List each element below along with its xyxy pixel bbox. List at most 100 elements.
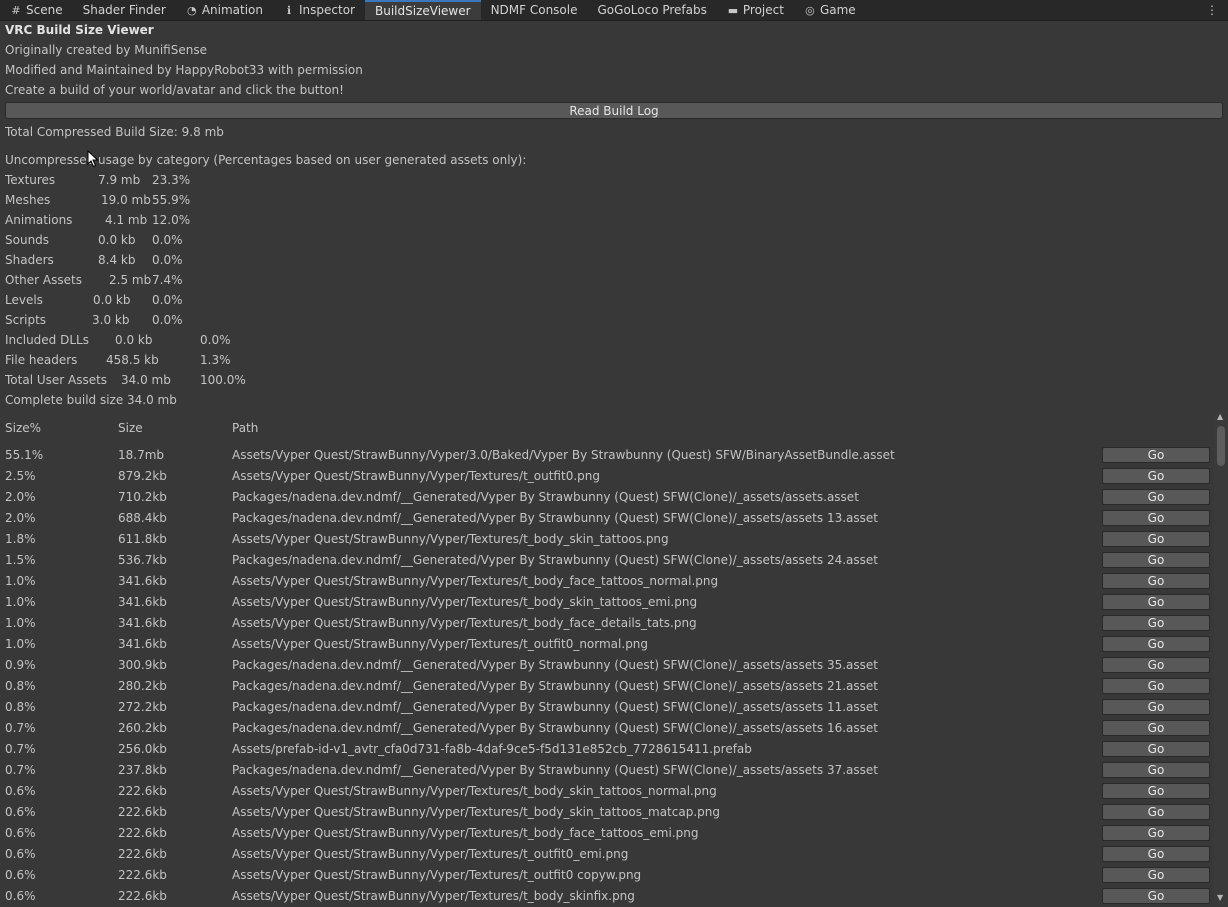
tab-animation[interactable]: ◔ Animation <box>176 0 273 20</box>
scroll-down-arrow-icon[interactable]: ▼ <box>1217 893 1223 902</box>
go-button[interactable]: Go <box>1102 636 1210 652</box>
go-button[interactable]: Go <box>1102 846 1210 862</box>
scene-icon: # <box>11 3 21 17</box>
asset-size-percent: 1.0% <box>5 616 36 630</box>
category-size: 2.5 mb <box>109 273 152 287</box>
category-name: Included DLLs <box>5 333 89 347</box>
go-button[interactable]: Go <box>1102 531 1210 547</box>
category-percent: 1.3% <box>200 353 231 367</box>
go-button[interactable]: Go <box>1102 762 1210 778</box>
more-options-icon[interactable]: ⋮ <box>1196 0 1228 20</box>
asset-row: 1.0% 341.6kb Assets/Vyper Quest/StrawBunny… <box>0 634 1214 655</box>
asset-size-percent: 0.6% <box>5 847 36 861</box>
category-name: Textures <box>5 173 56 187</box>
tab-label: Project <box>742 3 784 17</box>
asset-path: Packages/nadena.dev.ndmf/__Generated/Vyp… <box>232 700 878 714</box>
asset-list-scrollbar[interactable] <box>1214 410 1228 905</box>
go-button[interactable]: Go <box>1102 804 1210 820</box>
go-button[interactable]: Go <box>1102 552 1210 568</box>
total-compressed-size: Total Compressed Build Size: 9.8 mb <box>5 125 224 139</box>
tab-scene[interactable]: # Scene <box>0 0 73 20</box>
asset-size: 341.6kb <box>118 616 167 630</box>
go-button[interactable]: Go <box>1102 720 1210 736</box>
animation-icon: ◔ <box>187 3 197 17</box>
category-size: 4.1 mb <box>105 213 148 227</box>
column-header-size[interactable]: Size <box>118 418 143 438</box>
category-row: Shaders 8.4 kb 0.0% <box>5 250 405 270</box>
credit-maintainer: Modified and Maintained by HappyRobot33 … <box>5 63 363 77</box>
go-button[interactable]: Go <box>1102 573 1210 589</box>
category-percent: 0.0% <box>200 333 231 347</box>
go-button[interactable]: Go <box>1102 615 1210 631</box>
category-row: Other Assets 2.5 mb 7.4% <box>5 270 405 290</box>
tab-buildsizeviewer[interactable]: BuildSizeViewer <box>365 0 481 20</box>
asset-row: 0.6% 222.6kb Assets/Vyper Quest/StrawBunny… <box>0 802 1214 823</box>
asset-size: 222.6kb <box>118 847 167 861</box>
asset-size-percent: 0.6% <box>5 805 36 819</box>
category-percent: 0.0% <box>152 233 183 247</box>
inspector-icon: ℹ <box>286 3 292 17</box>
asset-size-percent: 1.8% <box>5 532 36 546</box>
asset-size: 536.7kb <box>118 553 167 567</box>
go-button[interactable]: Go <box>1102 825 1210 841</box>
asset-size: 272.2kb <box>118 700 167 714</box>
go-button[interactable]: Go <box>1102 678 1210 694</box>
category-size: 0.0 kb <box>98 233 136 247</box>
tab-label: Inspector <box>299 3 355 17</box>
column-header-path[interactable]: Path <box>232 418 258 438</box>
asset-row: 0.6% 222.6kb Assets/Vyper Quest/StrawBunny… <box>0 844 1214 865</box>
asset-size: 222.6kb <box>118 805 167 819</box>
go-button[interactable]: Go <box>1102 699 1210 715</box>
tab-label: Scene <box>26 3 63 17</box>
asset-path: Assets/Vyper Quest/StrawBunny/Vyper/Text… <box>232 784 717 798</box>
go-button[interactable]: Go <box>1102 594 1210 610</box>
tab-game[interactable]: ◎ Game <box>794 0 866 20</box>
asset-row: 2.5% 879.2kb Assets/Vyper Quest/StrawBunny… <box>0 466 1214 487</box>
asset-row: 0.6% 222.6kb Assets/Vyper Quest/StrawBunny… <box>0 886 1214 907</box>
asset-size: 222.6kb <box>118 784 167 798</box>
category-name: Meshes <box>5 193 51 207</box>
category-row: File headers 458.5 kb 1.3% <box>5 350 405 370</box>
category-name: Levels <box>5 293 43 307</box>
category-row: Textures 7.9 mb 23.3% <box>5 170 405 190</box>
asset-row: 55.1% 18.7mb Assets/Vyper Quest/StrawBunny… <box>0 445 1214 466</box>
go-button[interactable]: Go <box>1102 468 1210 484</box>
go-button[interactable]: Go <box>1102 489 1210 505</box>
asset-path: Assets/Vyper Quest/StrawBunny/Vyper/Text… <box>232 805 720 819</box>
go-button[interactable]: Go <box>1102 657 1210 673</box>
asset-row: 0.6% 222.6kb Assets/Vyper Quest/StrawBunny… <box>0 781 1214 802</box>
scroll-up-arrow-icon[interactable]: ▲ <box>1217 412 1223 421</box>
asset-row: 1.0% 341.6kb Assets/Vyper Quest/StrawBunny… <box>0 571 1214 592</box>
category-percent: 0.0% <box>152 313 183 327</box>
tab-project[interactable]: ▬ Project <box>717 0 794 20</box>
tab-inspector[interactable]: ℹ Inspector <box>273 0 365 20</box>
tab-shader-finder[interactable]: Shader Finder <box>73 0 176 20</box>
scrollbar-thumb[interactable] <box>1217 426 1225 466</box>
go-button[interactable]: Go <box>1102 510 1210 526</box>
asset-size-percent: 0.6% <box>5 868 36 882</box>
category-size: 34.0 mb <box>121 373 171 387</box>
asset-path: Assets/Vyper Quest/StrawBunny/Vyper/Text… <box>232 595 698 609</box>
go-button[interactable]: Go <box>1102 867 1210 883</box>
asset-size: 710.2kb <box>118 490 167 504</box>
category-percent: 12.0% <box>152 213 191 227</box>
asset-path: Packages/nadena.dev.ndmf/__Generated/Vyp… <box>232 658 878 672</box>
go-button[interactable]: Go <box>1102 783 1210 799</box>
go-button[interactable]: Go <box>1102 447 1210 463</box>
category-row: Total User Assets 34.0 mb 100.0% <box>5 370 405 390</box>
tab-gogoloco-prefabs[interactable]: GoGoLoco Prefabs <box>588 0 717 20</box>
category-percent: 55.9% <box>152 193 191 207</box>
column-header-size-percent[interactable]: Size% <box>5 418 41 438</box>
asset-size: 256.0kb <box>118 742 167 756</box>
asset-path: Assets/Vyper Quest/StrawBunny/Vyper/Text… <box>232 868 642 882</box>
go-button[interactable]: Go <box>1102 888 1210 904</box>
category-row: Animations 4.1 mb 12.0% <box>5 210 405 230</box>
asset-size-percent: 1.0% <box>5 637 36 651</box>
tab-ndmf-console[interactable]: NDMF Console <box>481 0 588 20</box>
asset-size: 341.6kb <box>118 574 167 588</box>
build-size-viewer-panel: VRC Build Size Viewer Originally created… <box>5 20 1223 100</box>
asset-row: 1.0% 341.6kb Assets/Vyper Quest/StrawBunny… <box>0 592 1214 613</box>
go-button[interactable]: Go <box>1102 741 1210 757</box>
asset-path: Packages/nadena.dev.ndmf/__Generated/Vyp… <box>232 721 878 735</box>
read-build-log-button[interactable]: Read Build Log <box>5 102 1223 119</box>
